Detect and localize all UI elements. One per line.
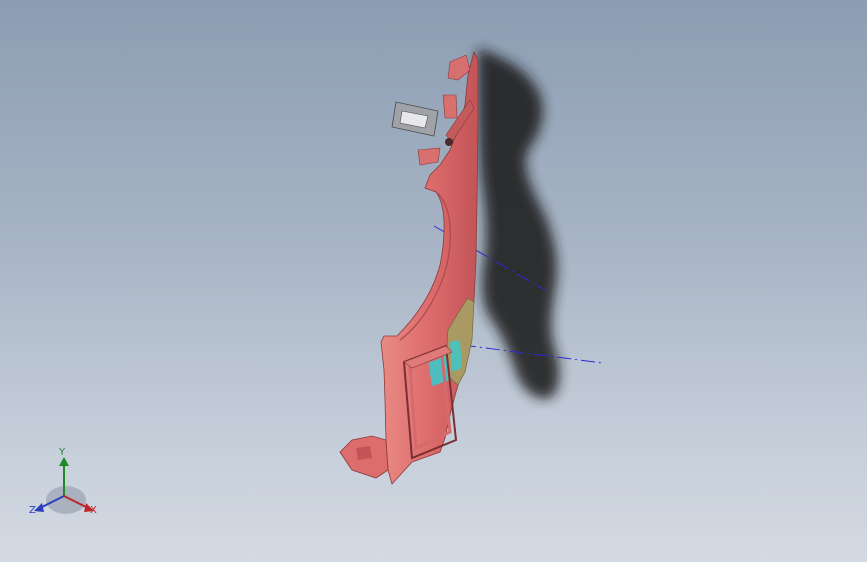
mounting-bracket[interactable] <box>391 101 439 137</box>
model-scene[interactable] <box>0 0 867 562</box>
y-axis-arrow-icon <box>59 457 69 466</box>
z-axis-label: Z <box>29 505 36 516</box>
graphics-viewport[interactable]: Y X Z <box>0 0 867 562</box>
mounting-tab[interactable] <box>339 435 389 479</box>
x-axis-label: X <box>90 505 97 516</box>
orientation-triad[interactable]: Y X Z <box>26 448 106 522</box>
y-axis-label: Y <box>59 447 66 458</box>
part-shadow <box>478 48 560 399</box>
